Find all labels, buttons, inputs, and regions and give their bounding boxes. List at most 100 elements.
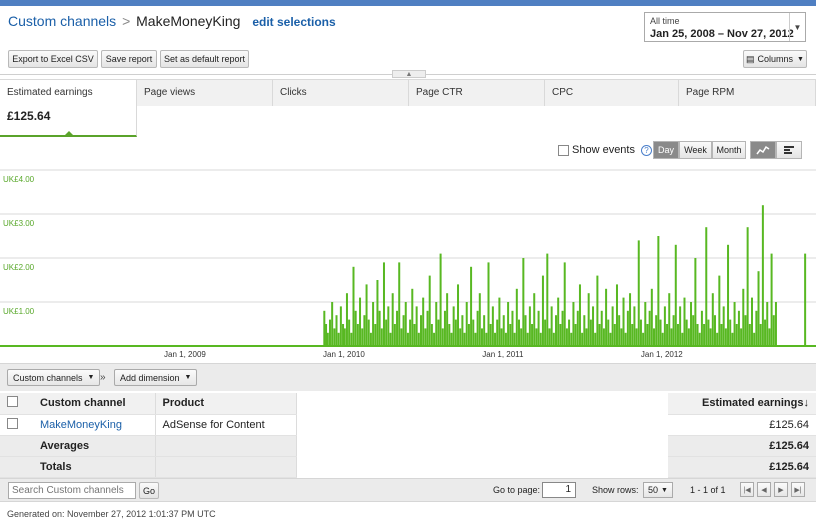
chart-bar <box>382 262 385 346</box>
tab-clicks[interactable]: Clicks <box>273 79 409 106</box>
chart-bar <box>550 306 553 346</box>
chart-bar <box>337 332 340 346</box>
chart-bar <box>596 275 599 346</box>
collapse-chart-handle[interactable]: ▲ <box>392 70 426 78</box>
averages-empty-cell <box>0 435 33 457</box>
date-range-picker[interactable]: All time Jan 25, 2008 – Nov 27, 2012 ▼ <box>644 12 806 42</box>
chart-bar <box>343 328 346 346</box>
chart-bar <box>513 332 516 346</box>
channel-cell: MakeMoneyKing <box>33 414 156 436</box>
first-page-icon[interactable]: |◀ <box>740 482 754 497</box>
granularity-month-button[interactable]: Month <box>712 141 746 159</box>
chart-bar <box>727 244 730 346</box>
chart-bar <box>663 306 666 346</box>
y-tick-label: UK£2.00 <box>3 263 35 272</box>
column-header-product[interactable]: Product <box>155 393 297 415</box>
tab-page-views[interactable]: Page views <box>137 79 273 106</box>
chart-bar <box>626 310 629 346</box>
search-input[interactable] <box>8 482 136 499</box>
column-header-earnings[interactable]: Estimated earnings↓ <box>668 393 816 415</box>
tab-cpc[interactable]: CPC <box>545 79 679 106</box>
column-header-channel[interactable]: Custom channel <box>33 393 156 415</box>
chart-bar <box>761 205 764 346</box>
chart-bar <box>770 253 773 346</box>
chart-bar <box>470 266 473 346</box>
chart-bar <box>426 310 429 346</box>
chart-bar <box>485 332 488 346</box>
last-page-icon[interactable]: ▶| <box>791 482 805 497</box>
chart-bar <box>393 324 396 346</box>
chart-bar <box>613 324 616 346</box>
columns-icon: ▤ <box>746 53 755 64</box>
breadcrumb-current: MakeMoneyKing <box>136 13 241 29</box>
chart-bar <box>804 253 807 346</box>
chart-bar <box>615 284 618 346</box>
add-dimension-dropdown[interactable]: Add dimension ▼ <box>114 369 198 386</box>
bar-chart-icon[interactable] <box>776 141 802 159</box>
dropdown-arrow-icon[interactable]: ▼ <box>789 13 805 41</box>
prev-page-icon[interactable]: ◀ <box>757 482 771 497</box>
granularity-day-button[interactable]: Day <box>653 141 679 159</box>
row-checkbox[interactable] <box>7 417 18 429</box>
chart-bar <box>639 319 642 346</box>
chart-bar <box>772 315 775 346</box>
chart-bar <box>363 315 366 346</box>
chart-bar <box>350 332 353 346</box>
breadcrumb-separator: > <box>122 13 131 29</box>
show-events-checkbox[interactable] <box>558 144 569 156</box>
chart-bar <box>753 332 756 346</box>
rows-per-page-select[interactable]: 50 ▼ <box>643 482 673 498</box>
columns-button[interactable]: ▤ Columns ▼ <box>743 50 807 68</box>
edit-selections-link[interactable]: edit selections <box>252 15 335 29</box>
chart-bar <box>552 332 555 346</box>
channel-link[interactable]: MakeMoneyKing <box>40 419 122 431</box>
chart-bar <box>345 293 348 346</box>
y-tick-label: UK£1.00 <box>3 307 35 316</box>
chart-bar <box>611 306 614 346</box>
chart-bar <box>690 302 693 346</box>
metric-tabs: Estimated earnings £125.64 Page views Cl… <box>0 79 816 137</box>
x-tick-label: Jan 1, 2011 <box>482 350 524 359</box>
chart-bar <box>417 332 420 346</box>
go-button[interactable]: Go <box>139 482 159 499</box>
chevron-down-icon: ▼ <box>661 486 668 494</box>
dimension-dropdown[interactable]: Custom channels ▼ <box>7 369 101 386</box>
show-events-toggle[interactable]: Show events ? <box>558 144 652 156</box>
chart-bar <box>629 293 632 346</box>
earnings-chart: UK£4.00 UK£3.00 UK£2.00 UK£1.00 Jan 1, 2009 J… <box>0 169 816 359</box>
chart-bar <box>735 324 738 346</box>
chart-bar <box>433 332 436 346</box>
totals-earnings: £125.64 <box>668 456 816 478</box>
chart-bar <box>500 328 503 346</box>
chart-bar <box>733 302 736 346</box>
chart-bar <box>461 315 464 346</box>
help-icon[interactable]: ? <box>640 144 652 156</box>
line-chart-icon[interactable] <box>750 141 776 159</box>
tab-page-ctr[interactable]: Page CTR <box>409 79 545 106</box>
page-number-input[interactable]: 1 <box>542 482 576 498</box>
totals-product-cell <box>155 456 297 478</box>
chart-bar <box>494 332 497 346</box>
chart-bar <box>459 328 462 346</box>
select-all-checkbox[interactable] <box>7 396 18 408</box>
chart-bar <box>559 324 562 346</box>
chart-bar <box>326 332 329 346</box>
chart-bar <box>509 324 512 346</box>
chart-bar <box>764 319 767 346</box>
save-report-button[interactable]: Save report <box>101 50 157 68</box>
chart-bar <box>522 258 525 346</box>
tab-page-rpm[interactable]: Page RPM <box>679 79 816 106</box>
tab-estimated-earnings[interactable]: Estimated earnings £125.64 <box>0 79 137 137</box>
chart-bar <box>378 310 381 346</box>
chart-bar <box>698 332 701 346</box>
breadcrumb-link-custom-channels[interactable]: Custom channels <box>8 13 116 29</box>
y-tick-label: UK£3.00 <box>3 219 35 228</box>
set-default-report-button[interactable]: Set as default report <box>160 50 249 68</box>
chart-bar <box>755 310 758 346</box>
granularity-week-button[interactable]: Week <box>679 141 712 159</box>
chart-bar <box>724 328 727 346</box>
chevron-down-icon: ▼ <box>87 374 95 381</box>
next-page-icon[interactable]: ▶ <box>774 482 788 497</box>
chart-bar <box>539 332 542 346</box>
export-csv-button[interactable]: Export to Excel CSV <box>8 50 98 68</box>
